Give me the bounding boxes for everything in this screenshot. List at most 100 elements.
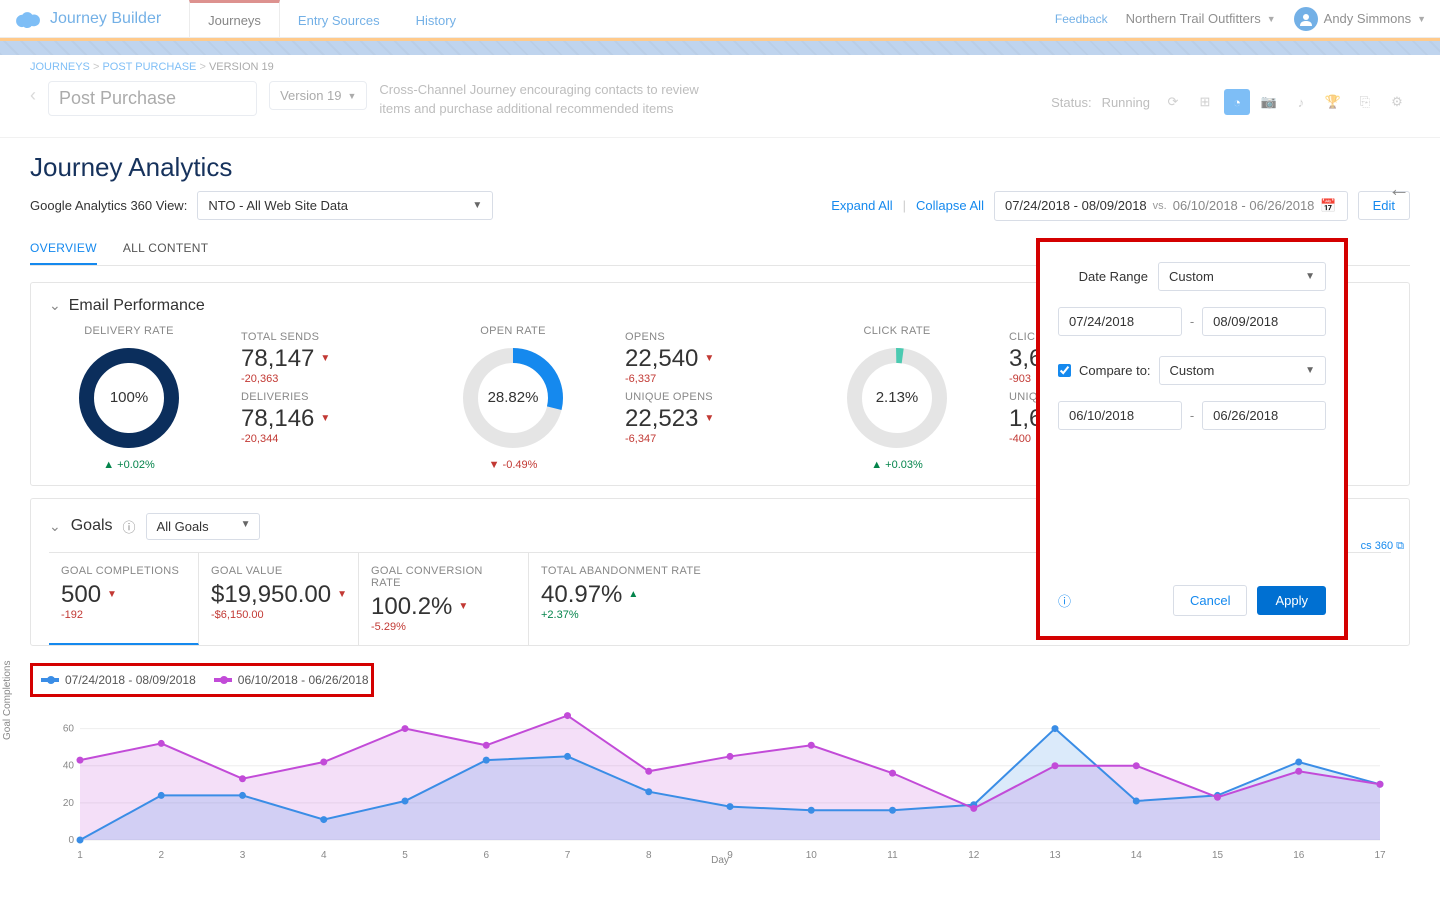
- goals-select[interactable]: All Goals ▼: [146, 513, 260, 540]
- compare-label: Compare to:: [1079, 363, 1151, 378]
- refresh-icon[interactable]: ⟳: [1160, 89, 1186, 115]
- date-range-display[interactable]: 07/24/2018 - 08/09/2018 vs. 06/10/2018 -…: [994, 191, 1348, 221]
- controls-row: Google Analytics 360 View: NTO - All Web…: [30, 191, 1410, 221]
- goal-conversion-cell[interactable]: GOAL CONVERSION RATE 100.2%▼ -5.29%: [359, 553, 529, 645]
- journey-header: ‹ Post Purchase Version 19 ▼ Cross-Chann…: [0, 79, 1440, 138]
- version-picker[interactable]: Version 19 ▼: [269, 81, 367, 110]
- date-to-input[interactable]: 08/09/2018: [1202, 307, 1326, 336]
- tab-history[interactable]: History: [398, 0, 474, 37]
- tab-all-content[interactable]: ALL CONTENT: [123, 233, 209, 265]
- delivery-rate-donut: 100%: [74, 343, 184, 453]
- breadcrumb: JOURNEYS > POST PURCHASE > VERSION 19: [0, 55, 1440, 79]
- goals-heading: Goals: [71, 517, 113, 535]
- grid-icon[interactable]: ⊞: [1192, 89, 1218, 115]
- crumb-journeys[interactable]: JOURNEYS: [30, 61, 90, 73]
- svg-text:13: 13: [1049, 850, 1061, 861]
- legend-item-compare[interactable]: 06/10/2018 - 06/26/2018: [214, 673, 369, 687]
- caret-down-icon: ▼: [320, 413, 330, 424]
- goal-value-delta: -$6,150.00: [211, 609, 340, 621]
- svg-text:12: 12: [968, 850, 980, 861]
- open-rate-value: 28.82%: [458, 343, 568, 453]
- chevron-down-icon: ▼: [1305, 271, 1315, 282]
- apply-button[interactable]: Apply: [1257, 586, 1326, 615]
- collapse-all-link[interactable]: Collapse All: [916, 198, 984, 213]
- unique-opens-delta: -6,347: [625, 433, 785, 445]
- info-icon[interactable]: ⓘ: [1058, 591, 1071, 610]
- goal-abandonment-cell[interactable]: TOTAL ABANDONMENT RATE 40.97%▲ +2.37%: [529, 553, 719, 645]
- goal-completions-value: 500: [61, 581, 101, 609]
- y-axis-label: Goal Completions: [2, 661, 13, 740]
- chevron-down-icon: ▼: [241, 519, 251, 530]
- compare-to-input[interactable]: 06/26/2018: [1202, 401, 1326, 430]
- legend-item-primary[interactable]: 07/24/2018 - 08/09/2018: [41, 673, 196, 687]
- org-picker[interactable]: Northern Trail Outfitters ▼: [1126, 11, 1276, 26]
- tab-journeys[interactable]: Journeys: [189, 0, 280, 37]
- journey-name-input[interactable]: Post Purchase: [48, 81, 257, 116]
- svg-text:6: 6: [483, 850, 489, 861]
- external-link[interactable]: cs 360 ⧉: [1361, 540, 1404, 553]
- compare-checkbox[interactable]: [1058, 364, 1071, 377]
- svg-text:0: 0: [68, 835, 74, 846]
- status-label: Status:: [1051, 95, 1091, 110]
- chevron-down-icon: ▼: [1417, 14, 1426, 24]
- click-rate-value: 2.13%: [842, 343, 952, 453]
- caret-down-icon: ▼: [704, 353, 714, 364]
- crumb-post-purchase[interactable]: POST PURCHASE: [102, 61, 196, 73]
- expand-all-link[interactable]: Expand All: [831, 198, 892, 213]
- gear-icon[interactable]: ⚙: [1384, 89, 1410, 115]
- primary-range: 07/24/2018 - 08/09/2018: [1005, 198, 1147, 213]
- opens-value: 22,540: [625, 345, 698, 373]
- vs-label: vs.: [1153, 200, 1167, 212]
- exit-icon[interactable]: ⎘: [1352, 89, 1378, 115]
- legend-dot-icon: [41, 678, 59, 682]
- chevron-down-icon: ▼: [1267, 14, 1276, 24]
- svg-text:20: 20: [63, 798, 75, 809]
- unique-opens-value: 22,523: [625, 405, 698, 433]
- caret-down-icon: ▼: [107, 589, 117, 600]
- calendar-icon: 📅: [1320, 198, 1336, 214]
- svg-text:14: 14: [1131, 850, 1143, 861]
- svg-text:8: 8: [646, 850, 652, 861]
- caret-down-icon: ▼: [337, 589, 347, 600]
- analytics-icon[interactable]: ◔: [1224, 89, 1250, 115]
- date-range-select[interactable]: Custom ▼: [1158, 262, 1326, 291]
- opens-label: OPENS: [625, 331, 785, 343]
- date-from-input[interactable]: 07/24/2018: [1058, 307, 1182, 336]
- date-range-popover: Date Range Custom ▼ 07/24/2018 - 08/09/2…: [1036, 238, 1348, 640]
- tab-overview[interactable]: OVERVIEW: [30, 233, 97, 265]
- info-icon[interactable]: ⓘ: [123, 517, 136, 536]
- caret-down-icon: ▼: [320, 353, 330, 364]
- click-rate-donut: 2.13%: [842, 343, 952, 453]
- tab-entry-sources[interactable]: Entry Sources: [280, 0, 398, 37]
- user-picker[interactable]: Andy Simmons ▼: [1294, 7, 1426, 31]
- app-title: Journey Builder: [50, 10, 161, 28]
- topnav-tabs: Journeys Entry Sources History: [189, 0, 474, 37]
- goal-completions-delta: -192: [61, 609, 180, 621]
- feedback-link[interactable]: Feedback: [1055, 12, 1108, 26]
- topo-pattern: [0, 41, 1440, 55]
- view-select[interactable]: NTO - All Web Site Data ▼: [197, 191, 493, 220]
- compare-from-input[interactable]: 06/10/2018: [1058, 401, 1182, 430]
- delivery-rate-label: DELIVERY RATE: [49, 325, 209, 337]
- back-chevron-icon[interactable]: ‹: [30, 81, 36, 106]
- compare-select[interactable]: Custom ▼: [1159, 356, 1326, 385]
- caret-up-icon: ▲: [628, 589, 638, 600]
- goal-value-cell[interactable]: GOAL VALUE $19,950.00▼ -$6,150.00: [199, 553, 359, 645]
- total-sends-delta: -20,363: [241, 373, 401, 385]
- collapse-chevron-icon[interactable]: ⌄: [49, 297, 61, 314]
- cancel-button[interactable]: Cancel: [1173, 585, 1247, 616]
- music-icon[interactable]: ♪: [1288, 89, 1314, 115]
- svg-text:1: 1: [77, 850, 83, 861]
- chevron-down-icon: ▼: [472, 200, 482, 211]
- legend-primary-label: 07/24/2018 - 08/09/2018: [65, 673, 196, 687]
- trophy-icon[interactable]: 🏆: [1320, 89, 1346, 115]
- collapse-chevron-icon[interactable]: ⌄: [49, 518, 61, 535]
- back-arrow-icon[interactable]: ←: [1388, 176, 1410, 202]
- compare-select-value: Custom: [1170, 363, 1215, 378]
- goal-completions-cell[interactable]: GOAL COMPLETIONS 500▼ -192: [49, 553, 199, 645]
- avatar: [1294, 7, 1318, 31]
- deliveries-label: DELIVERIES: [241, 391, 401, 403]
- camera-icon[interactable]: 📷: [1256, 89, 1282, 115]
- svg-text:2: 2: [158, 850, 164, 861]
- svg-text:60: 60: [63, 724, 75, 735]
